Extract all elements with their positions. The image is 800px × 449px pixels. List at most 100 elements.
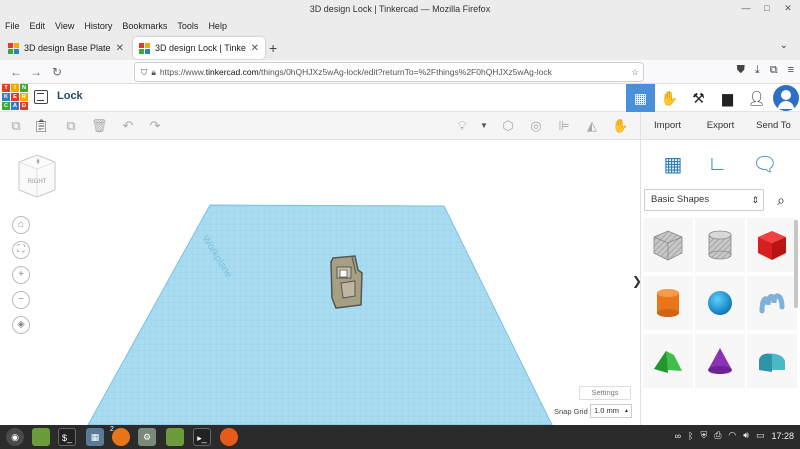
tab-close-icon[interactable]: ✕: [116, 43, 124, 54]
user-avatar[interactable]: [773, 85, 799, 111]
reload-icon[interactable]: ↻: [49, 64, 65, 80]
shield-icon[interactable]: ⛉: [141, 67, 147, 78]
shape-box-hole[interactable]: [643, 218, 693, 272]
menu-bookmarks[interactable]: Bookmarks: [122, 18, 167, 34]
vpn-icon[interactable]: ∞: [675, 431, 681, 441]
send-to-button[interactable]: Send To: [747, 112, 800, 139]
undo-icon[interactable]: ↶: [120, 118, 136, 134]
terminal-icon[interactable]: $_: [58, 428, 76, 446]
shape-cylinder-hole[interactable]: [695, 218, 745, 272]
lock-icon[interactable]: 🔒︎: [151, 67, 156, 78]
design-name[interactable]: Lock: [57, 90, 83, 102]
copy-icon[interactable]: ⧉: [8, 118, 24, 134]
folder-icon[interactable]: [166, 428, 184, 446]
chevron-down-icon[interactable]: ▼: [476, 118, 492, 134]
duplicate-icon[interactable]: ⧉: [63, 118, 79, 134]
shield-tray-icon[interactable]: ⛨: [700, 430, 707, 441]
export-button[interactable]: Export: [694, 112, 747, 139]
delete-icon[interactable]: 🗑︎: [91, 118, 108, 134]
menu-view[interactable]: View: [55, 18, 74, 34]
network-icon[interactable]: ◠: [728, 430, 736, 441]
perspective-toggle-icon[interactable]: ◈: [12, 316, 30, 334]
paste-icon[interactable]: 📋︎: [33, 118, 50, 134]
redo-icon[interactable]: ↷: [147, 118, 163, 134]
workplane-svg[interactable]: Workplane: [0, 140, 640, 425]
settings-button[interactable]: Settings: [579, 386, 631, 400]
3d-view-grid-icon[interactable]: ▦: [626, 84, 655, 112]
tab-list-icon[interactable]: ⌄: [780, 40, 788, 51]
align-icon[interactable]: ⊫: [556, 118, 572, 134]
add-user-icon[interactable]: 👤︎: [742, 84, 771, 112]
pocket-icon[interactable]: ⛊: [737, 64, 745, 77]
menu-tools[interactable]: Tools: [177, 18, 198, 34]
view-cube[interactable]: RIGHT ⧫: [16, 152, 58, 200]
maximize-icon[interactable]: □: [761, 2, 773, 14]
menu-edit[interactable]: Edit: [30, 18, 46, 34]
window-controls: — □ ✕: [740, 2, 794, 14]
shape-round-roof[interactable]: [747, 334, 797, 388]
firefox-icon[interactable]: [112, 428, 130, 446]
bookmark-star-icon[interactable]: ☆: [631, 67, 639, 78]
forward-icon[interactable]: →: [28, 64, 44, 80]
panel-scrollbar[interactable]: [794, 220, 798, 308]
tab-close-icon[interactable]: ✕: [251, 43, 259, 54]
blocks-view-icon[interactable]: ✋: [655, 84, 684, 112]
url-bar[interactable]: ⛉ 🔒︎ https://www.tinkercad.com/things/0h…: [134, 62, 644, 82]
notes-icon[interactable]: 🗨︎: [752, 152, 777, 177]
printer-icon[interactable]: ⎙: [714, 430, 721, 441]
back-icon[interactable]: ←: [8, 64, 24, 80]
menu-history[interactable]: History: [84, 18, 112, 34]
tab-base-plate[interactable]: 3D design Base Plate | Tinkercad ✕: [2, 37, 130, 59]
panel-collapse-icon[interactable]: ❯: [632, 274, 640, 288]
extensions-icon[interactable]: ⧉: [770, 64, 778, 77]
terminal-2-icon[interactable]: ▸_: [193, 428, 211, 446]
fit-view-icon[interactable]: ⛶: [12, 241, 30, 259]
minimize-icon[interactable]: —: [740, 2, 752, 14]
light-bulb-icon[interactable]: 💡︎: [454, 118, 470, 134]
ruler-icon[interactable]: ∟: [707, 153, 727, 176]
menu-help[interactable]: Help: [208, 18, 227, 34]
workplane-grid[interactable]: [87, 204, 553, 425]
design-menu-icon[interactable]: [34, 90, 48, 104]
cruise-icon[interactable]: ✋: [612, 118, 628, 134]
lego-brick-icon[interactable]: ▆: [713, 84, 742, 112]
close-icon[interactable]: ✕: [782, 2, 794, 14]
import-button[interactable]: Import: [641, 112, 694, 139]
menu-file[interactable]: File: [5, 18, 20, 34]
new-tab-icon[interactable]: +: [269, 40, 277, 56]
shape-scribble[interactable]: [747, 276, 797, 330]
group-icon[interactable]: ⬡: [500, 118, 516, 134]
shape-grid: [643, 218, 797, 388]
download-icon[interactable]: ⤓: [755, 64, 760, 77]
shape-cone[interactable]: [695, 334, 745, 388]
tab-lock[interactable]: 3D design Lock | Tinkercad ✕: [133, 37, 265, 59]
bluetooth-icon[interactable]: ᛒ: [688, 431, 693, 441]
calendar-icon[interactable]: ▦: [86, 428, 104, 446]
zoom-out-icon[interactable]: −: [12, 291, 30, 309]
battery-icon[interactable]: ▭: [756, 430, 765, 441]
home-view-icon[interactable]: ⌂: [12, 216, 30, 234]
tinkercad-logo[interactable]: T I N K E R C A D: [2, 84, 28, 110]
files-icon[interactable]: [32, 428, 50, 446]
workplane-viewport[interactable]: Workplane RIGHT ⧫ ⌂ ⛶ + − ◈ ❯ Settings S…: [0, 140, 640, 425]
shape-cylinder[interactable]: [643, 276, 693, 330]
settings-app-icon[interactable]: ⚙: [138, 428, 156, 446]
mirror-icon[interactable]: ◭: [584, 118, 600, 134]
ungroup-icon[interactable]: ◎: [528, 118, 544, 134]
clock[interactable]: 17:28: [771, 431, 794, 441]
workplane-icon[interactable]: ▦: [664, 152, 683, 177]
search-icon[interactable]: ⌕: [769, 189, 793, 211]
lock-object[interactable]: [330, 255, 363, 309]
volume-icon[interactable]: 🔊︎: [743, 430, 749, 441]
app-menu-icon[interactable]: ≡: [788, 64, 794, 77]
shape-roof[interactable]: [643, 334, 693, 388]
app-icon[interactable]: [220, 428, 238, 446]
shape-box[interactable]: [747, 218, 797, 272]
box-hole-icon: [653, 230, 683, 261]
bricks-view-icon[interactable]: ⚒: [684, 84, 713, 112]
shape-sphere[interactable]: [695, 276, 745, 330]
start-menu-icon[interactable]: ◉: [6, 428, 24, 446]
snap-grid-select[interactable]: 1.0 mm ▴: [590, 404, 632, 418]
shape-category-select[interactable]: Basic Shapes ⇕: [644, 189, 764, 211]
zoom-in-icon[interactable]: +: [12, 266, 30, 284]
